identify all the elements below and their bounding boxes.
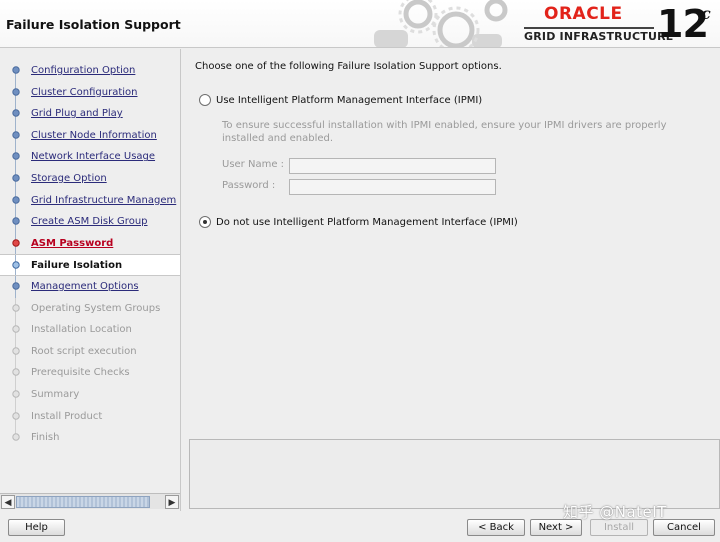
sidebar-step-label[interactable]: Grid Plug and Play: [31, 108, 123, 120]
step-list: Configuration Option Cluster Configuratio…: [0, 60, 180, 449]
sidebar-step: Installation Location: [0, 319, 180, 341]
sidebar-step-label: Root script execution: [31, 345, 137, 357]
sidebar-step-label[interactable]: Cluster Configuration: [31, 87, 138, 99]
sidebar-step: Root script execution: [0, 340, 180, 363]
step-status-icon: [12, 325, 20, 333]
step-status-icon: [12, 152, 20, 161]
no-ipmi-radio-label[interactable]: Do not use Intelligent Platform Manageme…: [216, 217, 518, 228]
step-status-icon: [12, 411, 20, 420]
sidebar-step-label[interactable]: ASM Password: [31, 238, 113, 250]
step-status-icon: [12, 347, 20, 355]
sidebar-step[interactable]: Storage Option: [0, 167, 180, 190]
page-title: Failure Isolation Support: [6, 17, 181, 32]
username-field[interactable]: [289, 158, 496, 174]
step-status-icon: [12, 303, 20, 312]
step-status-icon: [12, 261, 20, 270]
sidebar-step[interactable]: Cluster Configuration: [0, 81, 180, 104]
sidebar-step: Prerequisite Checks: [0, 362, 180, 384]
step-status-icon: [12, 131, 20, 139]
oracle-wordmark: ORACLE: [544, 4, 623, 24]
step-status-icon: [12, 390, 20, 398]
sidebar-step-label: Install Product: [31, 410, 103, 422]
sidebar-step[interactable]: Network Interface Usage: [0, 146, 180, 168]
ipmi-hint: To ensure successful installation with I…: [222, 120, 667, 144]
ipmi-option[interactable]: Use Intelligent Platform Management Inte…: [199, 94, 482, 106]
step-status-icon: [12, 87, 20, 96]
back-button[interactable]: < Back: [467, 519, 525, 536]
step-status-icon: [12, 66, 20, 74]
sidebar-step[interactable]: Grid Infrastructure Managem: [0, 189, 180, 212]
sidebar-step-label[interactable]: Storage Option: [31, 173, 107, 185]
error-step-icon: [12, 239, 20, 247]
step-status-icon: [12, 217, 20, 225]
sidebar-step: Finish: [0, 427, 180, 449]
brand-rule: [524, 27, 654, 29]
step-status-icon: [12, 174, 20, 182]
sidebar-step[interactable]: Create ASM Disk Group: [0, 211, 180, 233]
sidebar-step: Summary: [0, 383, 180, 406]
installer-window: Failure Isolation Support ORACLE GRID IN…: [0, 0, 720, 542]
sidebar-step: Operating System Groups: [0, 297, 180, 320]
sidebar-step[interactable]: Configuration Option: [0, 60, 180, 82]
sidebar-step-label[interactable]: Management Options: [31, 281, 139, 293]
help-button[interactable]: Help: [8, 519, 65, 536]
sidebar-step-label: Prerequisite Checks: [31, 367, 130, 379]
sidebar-step[interactable]: Failure Isolation: [0, 254, 180, 276]
ipmi-radio[interactable]: [199, 94, 211, 106]
step-status-icon: [12, 433, 20, 441]
sidebar-step[interactable]: Management Options: [0, 275, 180, 298]
version-suffix: c: [701, 4, 711, 23]
no-ipmi-radio[interactable]: [199, 216, 211, 228]
gears-graphic: [374, 0, 508, 47]
ipmi-radio-label[interactable]: Use Intelligent Platform Management Inte…: [216, 95, 482, 106]
sidebar-step-label: Finish: [31, 432, 60, 444]
sidebar-step-label: Summary: [31, 388, 80, 400]
steps-sidebar: Configuration Option Cluster Configuratio…: [0, 49, 181, 511]
scroll-left-arrow-icon[interactable]: ◀: [1, 495, 15, 509]
no-ipmi-option[interactable]: Do not use Intelligent Platform Manageme…: [199, 216, 518, 228]
oracle-logo: ORACLE GRID INFRASTRUCTURE: [524, 4, 673, 43]
sidebar-step-label[interactable]: Failure Isolation: [31, 260, 122, 272]
product-name: GRID INFRASTRUCTURE: [524, 30, 674, 43]
step-status-icon: [12, 109, 20, 117]
sidebar-step-label[interactable]: Create ASM Disk Group: [31, 216, 148, 228]
password-label: Password :: [222, 180, 276, 191]
sidebar-step[interactable]: ASM Password: [0, 232, 180, 255]
username-label: User Name :: [222, 159, 285, 170]
password-field[interactable]: [289, 179, 496, 195]
sidebar-step-label: Installation Location: [31, 324, 132, 336]
step-status-icon: [12, 195, 20, 204]
message-area: [189, 439, 720, 509]
sidebar-step[interactable]: Cluster Node Information: [0, 124, 180, 147]
sidebar-horizontal-scrollbar[interactable]: ◀ ▶: [0, 493, 180, 509]
sidebar-step-label[interactable]: Network Interface Usage: [31, 151, 155, 163]
sidebar-step-label[interactable]: Grid Infrastructure Managem: [31, 195, 176, 207]
sidebar-step: Install Product: [0, 405, 180, 428]
intro-text: Choose one of the following Failure Isol…: [195, 61, 502, 72]
sidebar-step-label[interactable]: Configuration Option: [31, 65, 135, 77]
sidebar-step-label: Operating System Groups: [31, 302, 161, 314]
scrollbar-thumb[interactable]: [16, 496, 150, 508]
header-banner: Failure Isolation Support ORACLE GRID IN…: [0, 0, 720, 48]
step-status-icon: [12, 368, 20, 377]
scroll-right-arrow-icon[interactable]: ▶: [165, 495, 179, 509]
watermark: 知乎 @NateIT: [563, 503, 667, 521]
sidebar-step-label[interactable]: Cluster Node Information: [31, 130, 157, 142]
sidebar-step[interactable]: Grid Plug and Play: [0, 103, 180, 125]
step-status-icon: [12, 282, 20, 290]
main-panel: Choose one of the following Failure Isol…: [189, 49, 720, 511]
